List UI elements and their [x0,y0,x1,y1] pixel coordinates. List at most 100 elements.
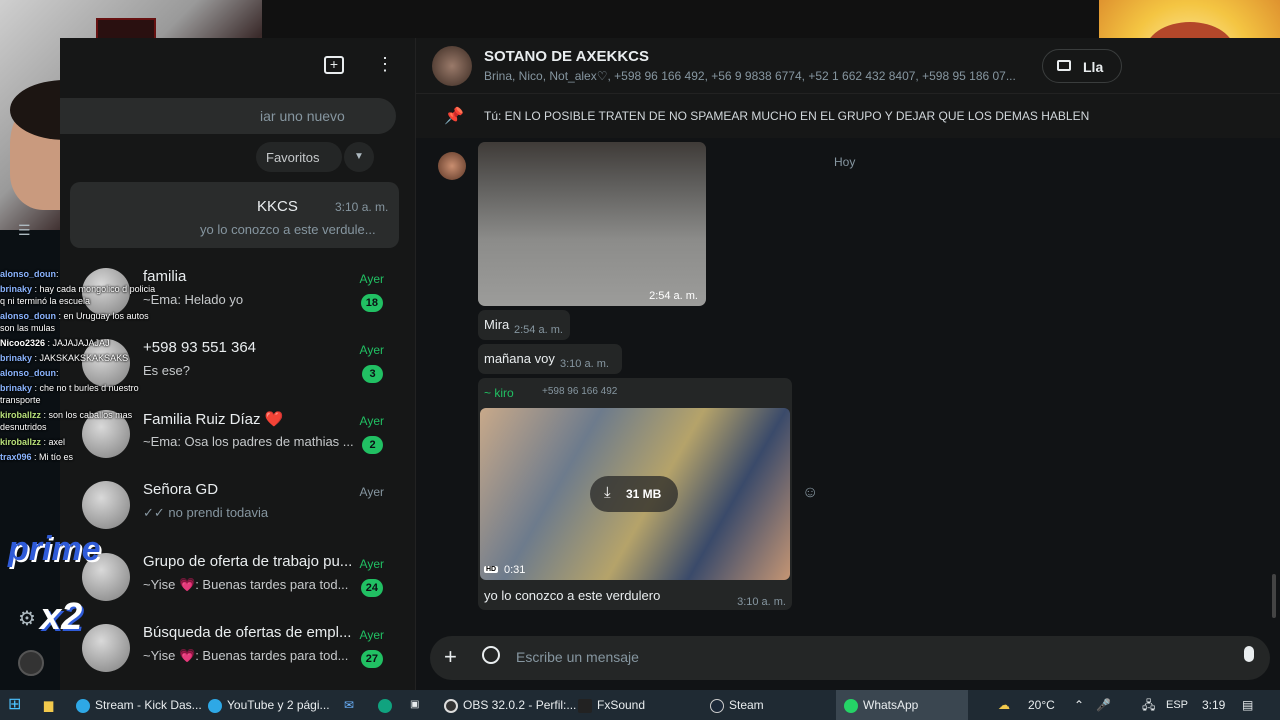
chat-item-name: Grupo de oferta de trabajo pu... [143,553,353,570]
call-button[interactable]: Lla [1042,49,1122,83]
weather-temp[interactable]: 20°C [1028,690,1055,720]
filter-favoritos[interactable]: Favoritos [256,142,342,172]
notifications-icon[interactable]: ▤ [1242,690,1253,720]
chat-item-name: +598 93 551 364 [143,339,257,356]
multiplier-badge: x2 [40,596,83,638]
text-message[interactable]: mañana voy 3:10 a. m. [478,344,622,374]
chat-item-name: KKCS [257,198,298,215]
chat-item-time: 3:10 a. m. [335,200,389,214]
attach-icon[interactable]: + [444,644,457,670]
message-time: 2:54 a. m. [514,324,563,336]
image-message[interactable]: 2:54 a. m. [478,142,706,306]
chat-item-time: Ayer [359,414,384,428]
chat-item-name: Familia Ruiz Díaz ❤️ [143,411,284,428]
emoji-react-icon[interactable]: ☺ [802,484,818,502]
unread-badge: 18 [360,294,383,312]
unread-badge: 24 [360,579,383,597]
community-icon[interactable]: ☰ [18,222,42,238]
video-thumbnail[interactable]: ⤓ 31 MB HD 0:31 [480,408,790,580]
file-explorer-icon[interactable]: ▆ [44,690,53,720]
start-button[interactable]: ⊞ [8,690,21,720]
stream-chat-message: alonso_doun: [0,368,59,378]
language-indicator[interactable]: ESP [1166,690,1188,720]
chat-item-time: Ayer [359,272,384,286]
text-message[interactable]: Mira 2:54 a. m. [478,310,570,340]
video-duration: 0:31 [504,564,526,576]
sticker-icon[interactable] [482,646,500,664]
chat-item-time: Ayer [359,343,384,357]
stream-chat-message: alonso_doun: [0,269,59,279]
chat-item-active[interactable]: KKCS 3:10 a. m. yo lo conozco a este ver… [70,182,399,248]
sender-name: ~ kiro [484,386,514,400]
menu-icon[interactable]: ⋮ [376,54,394,75]
taskbar-item-edge-stream[interactable]: Stream - Kick Das... [76,690,202,720]
pin-icon: 📌 [444,108,464,125]
chat-item-preview: ~Yise 💗: Buenas tardes para tod... [143,577,349,592]
download-button[interactable]: ⤓ 31 MB [590,476,678,512]
chat-item-preview: yo lo conozco a este verdule... [200,222,376,237]
sender-avatar [438,152,466,180]
chat-item-preview: ✓✓ no prendi todavia [143,505,269,520]
message-time: 3:10 a. m. [560,358,609,370]
image-thumbnail[interactable] [478,142,706,306]
message-input[interactable]: Escribe un mensaje [516,649,639,665]
stream-chat-message: alonso_doun : en Uruguay los autos son l… [0,311,149,333]
taskbar-item-edge-youtube[interactable]: YouTube y 2 pági... [208,690,330,720]
pinned-message-bar[interactable]: 📌 Tú: EN LO POSIBLE TRATEN DE NO SPAMEAR… [416,94,1280,138]
tray-chevron-icon[interactable]: ⌃ [1074,690,1084,720]
new-chat-icon[interactable]: + [324,56,344,74]
chat-item-preview: ~Ema: Osa los padres de mathias ... [143,434,354,449]
scrollbar[interactable] [1272,574,1276,618]
chat-members: Brina, Nico, Not_alex♡, +598 96 166 492,… [484,69,1016,83]
microphone-icon[interactable] [1244,646,1254,662]
chat-title: SOTANO DE AXEKKCS [484,48,650,65]
chat-header[interactable]: SOTANO DE AXEKKCS Brina, Nico, Not_alex♡… [416,38,1280,94]
message-time: 3:10 a. m. [737,596,786,608]
message-time: 2:54 a. m. [649,290,698,302]
chat-item-preview: ~Yise 💗: Buenas tardes para tod... [143,648,349,663]
chatgpt-icon[interactable] [378,690,397,720]
unread-badge: 27 [360,650,383,668]
conversation-panel: SOTANO DE AXEKKCS Brina, Nico, Not_alex♡… [416,38,1280,690]
taskbar-item-steam[interactable]: Steam [710,690,764,720]
stream-chat-message: brinaky : JAKSKAKSKAKSAKS [0,353,129,363]
taskbar-item-fxsound[interactable]: FxSound [578,690,645,720]
message-text: Mira [484,317,510,332]
network-icon[interactable]: 🖧 [1142,690,1155,720]
terminal-icon[interactable]: ▣ [410,690,419,720]
fxsound-icon [578,698,592,713]
chat-item-time: Ayer [359,485,384,499]
unread-badge: 3 [362,365,383,383]
unread-badge: 2 [362,436,383,454]
message-text: mañana voy [484,351,555,366]
whatsapp-icon [844,698,858,713]
taskbar-item-obs[interactable]: OBS 32.0.2 - Perfil:... [444,690,576,720]
taskbar-item-whatsapp[interactable]: WhatsApp [836,690,968,720]
search-placeholder: iar uno nuevo [260,108,345,124]
chat-item-time: Ayer [359,557,384,571]
chat-item-time: Ayer [359,628,384,642]
edge-icon [208,698,222,713]
weather-icon[interactable]: ☁ [998,690,1010,720]
group-avatar[interactable] [432,46,472,86]
chat-item-preview: Es ese? [143,363,190,378]
stream-chat-message: trax096 : Mi tío es [0,452,74,462]
prime-badge: prime [8,530,101,568]
microphone-tray-icon[interactable]: 🎤 [1096,690,1111,720]
clock[interactable]: 3:19 [1202,690,1225,720]
pinned-text: Tú: EN LO POSIBLE TRATEN DE NO SPAMEAR M… [484,109,1090,123]
obs-icon [444,698,458,713]
sender-phone: +598 96 166 492 [542,386,618,397]
message-composer[interactable]: + Escribe un mensaje [430,636,1270,680]
filter-dropdown[interactable]: ▼ [344,142,374,172]
download-icon: ⤓ [604,484,611,501]
stream-chat-message: Nicoo2326 : JAJAJAJAJAJ [0,338,110,348]
stream-chat-message: brinaky : hay cada mongolico d policia q… [0,284,156,306]
video-caption: yo lo conozco a este verdulero [484,588,661,603]
search-input[interactable]: iar uno nuevo [60,98,396,134]
stream-chat-message: kiroballzz : son los caballos mas desnut… [0,410,133,432]
steam-icon [710,698,724,713]
mail-icon[interactable]: ✉ [344,690,354,720]
hd-badge: HD [484,566,499,573]
video-message[interactable]: ~ kiro +598 96 166 492 ⤓ 31 MB HD 0:31 y… [478,378,792,610]
